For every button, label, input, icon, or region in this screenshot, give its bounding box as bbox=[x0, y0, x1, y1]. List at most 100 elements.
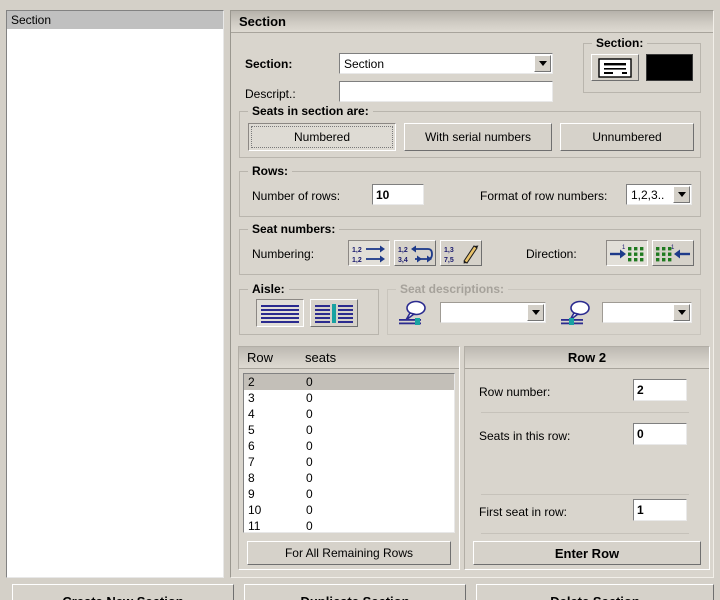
seats-serial-button[interactable]: With serial numbers bbox=[404, 123, 552, 151]
svg-text:1,2: 1,2 bbox=[352, 257, 362, 264]
format-of-row-numbers-value: 1,2,3.. bbox=[631, 187, 665, 202]
row-number-cell: 10 bbox=[248, 503, 262, 517]
row-detail-panel: Row 2 Row number: 2 Seats in this row: 0… bbox=[464, 346, 710, 570]
table-row[interactable]: 11 0 bbox=[244, 518, 454, 533]
descript-field-label: Descript.: bbox=[245, 87, 296, 101]
table-row[interactable]: 20 bbox=[244, 374, 454, 390]
chevron-down-icon[interactable] bbox=[673, 304, 690, 321]
chevron-down-icon[interactable] bbox=[534, 55, 551, 72]
direction-right-to-left-button[interactable]: 1 bbox=[652, 240, 694, 266]
application-window: Section Section Section: Section Descrip… bbox=[0, 0, 720, 600]
row-number-cell: 4 bbox=[248, 407, 255, 421]
seats-in-this-row-label: Seats in this row: bbox=[479, 429, 571, 443]
row-number-input[interactable]: 2 bbox=[633, 379, 687, 401]
seat-description-left-combo[interactable] bbox=[440, 302, 546, 323]
for-all-remaining-rows-button[interactable]: For All Remaining Rows bbox=[247, 541, 451, 565]
row-number-cell: 6 bbox=[248, 439, 255, 453]
aisle-center-button[interactable] bbox=[310, 299, 358, 327]
table-row[interactable]: 90 bbox=[244, 486, 454, 502]
table-row[interactable]: 40 bbox=[244, 406, 454, 422]
duplicate-section-label: Duplicate Section bbox=[300, 594, 409, 600]
rows-table-panel: Row seats 20 30 40 50 60 70 80 90 10 0 11… bbox=[238, 346, 460, 570]
section-combo[interactable]: Section bbox=[339, 53, 553, 74]
seats-in-this-row-input[interactable]: 0 bbox=[633, 423, 687, 445]
row-seats-cell: 0 bbox=[306, 519, 313, 533]
section-preview-legend: Section: bbox=[592, 36, 648, 50]
aisle-legend: Aisle: bbox=[248, 282, 289, 296]
row-seats-cell: 0 bbox=[306, 487, 313, 501]
row-number-cell: 8 bbox=[248, 471, 255, 485]
for-all-remaining-rows-label: For All Remaining Rows bbox=[284, 546, 414, 560]
numbering-parallel-button[interactable]: 1,2 1,2 bbox=[348, 240, 390, 266]
section-list-item[interactable]: Section bbox=[7, 11, 223, 29]
row-number-cell: 2 bbox=[248, 375, 255, 389]
descript-input[interactable] bbox=[339, 81, 553, 102]
section-list-panel[interactable]: Section bbox=[6, 10, 224, 578]
section-list-item-label: Section bbox=[11, 13, 52, 27]
row-number-cell: 9 bbox=[248, 487, 255, 501]
row-number-label: Row number: bbox=[479, 385, 551, 399]
section-field-label: Section: bbox=[245, 57, 293, 71]
numbering-serpentine-button[interactable]: 1,2 3,4 bbox=[394, 240, 436, 266]
enter-row-label: Enter Row bbox=[554, 545, 620, 561]
rows-table-column-seats: seats bbox=[305, 350, 337, 365]
chevron-down-icon[interactable] bbox=[527, 304, 544, 321]
svg-text:1: 1 bbox=[671, 245, 675, 251]
seat-numbers-legend: Seat numbers: bbox=[248, 222, 340, 236]
delete-section-label: Delete Section bbox=[550, 594, 640, 600]
row-detail-title: Row 2 bbox=[465, 347, 709, 369]
rows-table-header: Row seats bbox=[239, 347, 459, 369]
chevron-down-icon[interactable] bbox=[673, 186, 690, 203]
row-seats-cell: 0 bbox=[306, 439, 313, 453]
svg-text:1: 1 bbox=[622, 245, 626, 251]
numbering-serpentine-icon: 1,2 3,4 bbox=[398, 245, 433, 264]
seat-numbers-group: Seat numbers: Numbering: 1,2 1,2 1,2 3,4 bbox=[239, 222, 701, 275]
footer-button-row: Create New Section Duplicate Section Del… bbox=[6, 584, 714, 600]
numbering-parallel-icon: 1,2 1,2 bbox=[352, 245, 385, 264]
table-row[interactable]: 30 bbox=[244, 390, 454, 406]
row-seats-cell: 0 bbox=[306, 375, 313, 389]
section-combo-value: Section bbox=[344, 56, 385, 71]
section-color-swatch[interactable] bbox=[646, 54, 693, 81]
seats-unnumbered-label: Unnumbered bbox=[592, 130, 662, 144]
aisle-none-icon bbox=[261, 304, 299, 323]
seats-in-section-group: Seats in section are: Numbered With seri… bbox=[239, 104, 701, 158]
seats-in-section-legend: Seats in section are: bbox=[248, 104, 373, 118]
numbering-custom-icon: 1,3 7,5 bbox=[444, 244, 479, 264]
svg-text:1,2: 1,2 bbox=[352, 247, 362, 254]
row-number-cell: 7 bbox=[248, 455, 255, 469]
section-label-icon-button[interactable] bbox=[591, 54, 639, 81]
number-of-rows-label: Number of rows: bbox=[252, 189, 341, 203]
table-row[interactable]: 80 bbox=[244, 470, 454, 486]
table-row[interactable]: 60 bbox=[244, 438, 454, 454]
seat-description-right-icon bbox=[560, 300, 594, 326]
numbering-custom-button[interactable]: 1,3 7,5 bbox=[440, 240, 482, 266]
seats-unnumbered-button[interactable]: Unnumbered bbox=[560, 123, 694, 151]
numbering-label: Numbering: bbox=[252, 247, 315, 261]
delete-section-button[interactable]: Delete Section bbox=[476, 584, 714, 600]
table-row[interactable]: 50 bbox=[244, 422, 454, 438]
first-seat-in-row-label: First seat in row: bbox=[479, 505, 568, 519]
row-number-cell: 5 bbox=[248, 423, 255, 437]
section-label-icon bbox=[598, 57, 632, 78]
svg-text:7,5: 7,5 bbox=[444, 257, 454, 264]
format-of-row-numbers-label: Format of row numbers: bbox=[480, 189, 608, 203]
duplicate-section-button[interactable]: Duplicate Section bbox=[244, 584, 466, 600]
direction-left-to-right-button[interactable]: 1 bbox=[606, 240, 648, 266]
table-row[interactable]: 70 bbox=[244, 454, 454, 470]
enter-row-button[interactable]: Enter Row bbox=[473, 541, 701, 565]
section-preview-group: Section: bbox=[583, 36, 701, 93]
seat-description-right-combo[interactable] bbox=[602, 302, 692, 323]
number-of-rows-input[interactable]: 10 bbox=[372, 184, 424, 205]
direction-label: Direction: bbox=[526, 247, 577, 261]
create-new-section-button[interactable]: Create New Section bbox=[12, 584, 234, 600]
table-row[interactable]: 10 0 bbox=[244, 502, 454, 518]
aisle-none-button[interactable] bbox=[256, 299, 304, 327]
first-seat-in-row-input[interactable]: 1 bbox=[633, 499, 687, 521]
row-seats-cell: 0 bbox=[306, 391, 313, 405]
seats-numbered-button[interactable]: Numbered bbox=[248, 123, 396, 151]
seats-serial-label: With serial numbers bbox=[424, 130, 532, 144]
format-of-row-numbers-combo[interactable]: 1,2,3.. bbox=[626, 184, 692, 205]
rows-list[interactable]: 20 30 40 50 60 70 80 90 10 0 11 0 bbox=[243, 373, 455, 533]
create-new-section-label: Create New Section bbox=[62, 594, 183, 600]
